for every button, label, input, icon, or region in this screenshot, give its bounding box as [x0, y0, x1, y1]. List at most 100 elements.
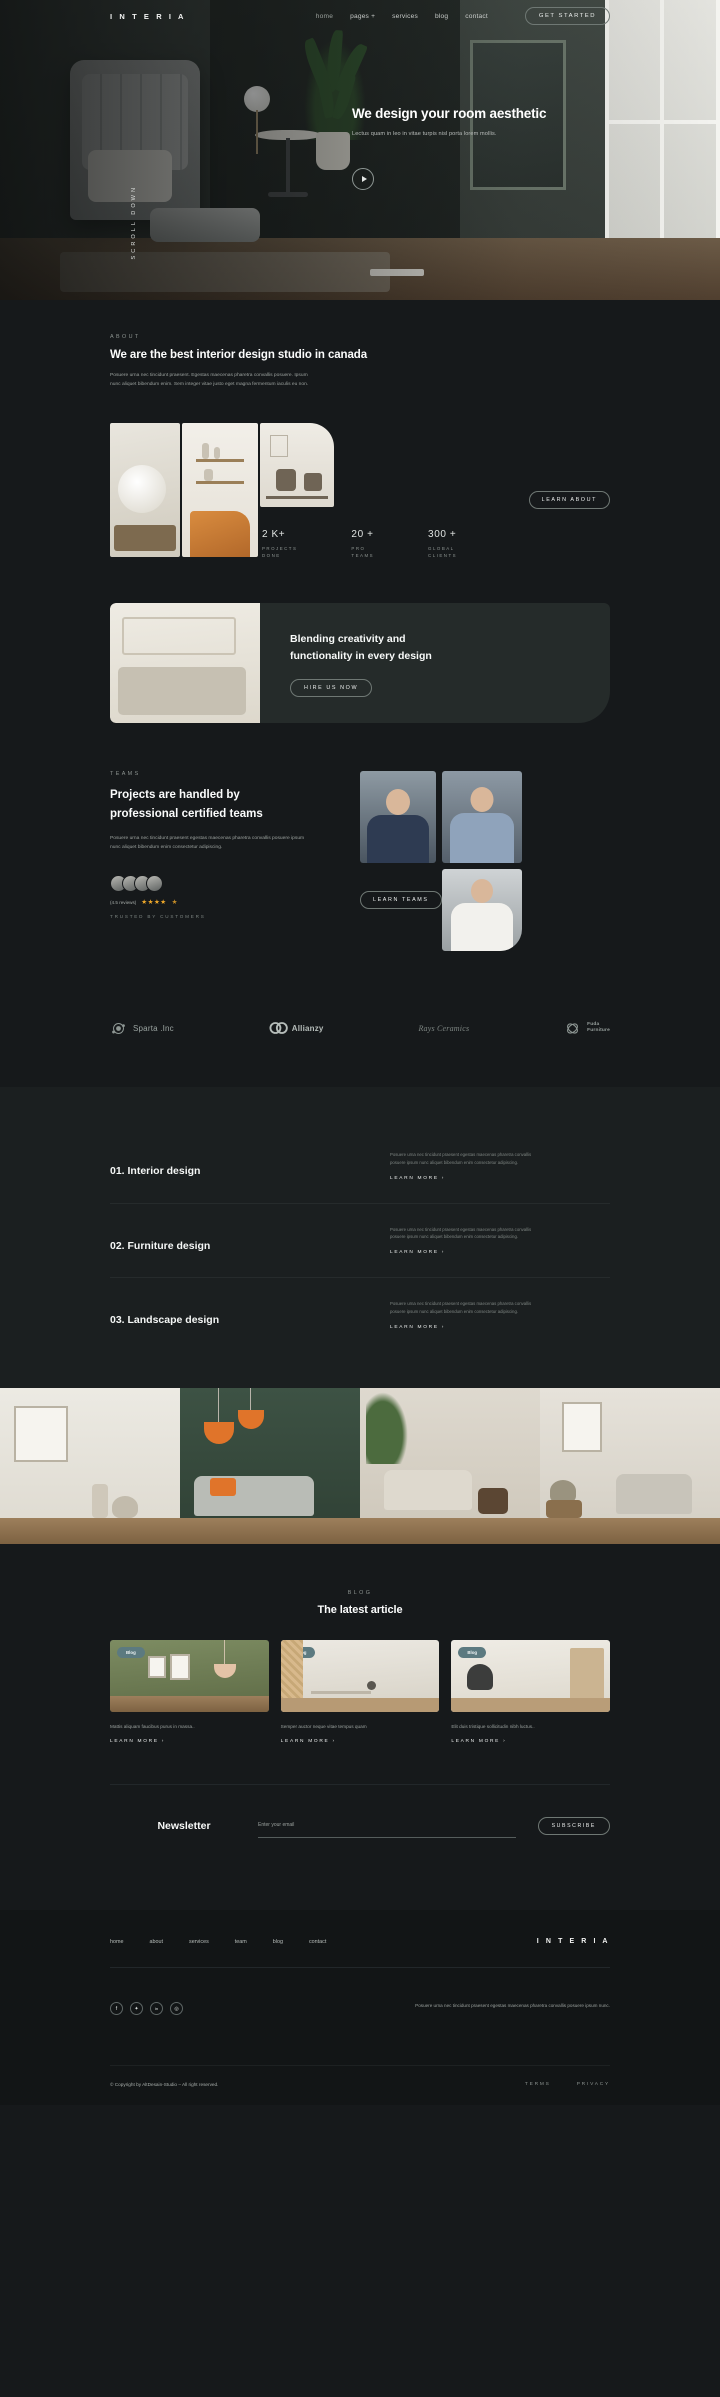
scroll-down-label: SCROLL DOWN — [131, 185, 137, 260]
stat-value: 2 K+ — [262, 529, 286, 541]
half-star-icon: ★ — [171, 899, 178, 907]
chevron-right-icon: › — [441, 1175, 446, 1181]
team-photo-2 — [442, 771, 522, 864]
portfolio-image-2 — [180, 1387, 360, 1544]
allianzy-logo-icon — [269, 1020, 288, 1037]
blog-card[interactable]: Blog Mattis aliquam faucibus purus in ma… — [110, 1639, 269, 1744]
gallery-image-2 — [182, 423, 258, 558]
service-row-landscape-design[interactable]: 03. Landscape design Posuere urna nec ti… — [110, 1277, 610, 1351]
logo-rays-ceramics[interactable]: Rays Ceramics — [418, 1024, 469, 1033]
chevron-right-icon: › — [161, 1739, 166, 1745]
nav-item-pages[interactable]: pages + — [350, 13, 375, 20]
blog-card-title: Semper auctor neque vitae tempus quam — [280, 1723, 367, 1729]
service-learn-more-link[interactable]: LEARN MORE › — [390, 1325, 538, 1330]
logo-interia[interactable]: I N T E R I A — [110, 12, 186, 21]
cta-copy: Blending creativity and functionality in… — [290, 631, 432, 698]
footer-link-services[interactable]: services — [189, 1939, 209, 1945]
facebook-icon[interactable]: f — [110, 2002, 123, 2016]
email-input[interactable] — [258, 1822, 516, 1829]
portfolio-image-4 — [540, 1387, 720, 1544]
linkedin-icon[interactable]: in — [150, 2002, 163, 2016]
service-title: 01. Interior design — [110, 1165, 201, 1178]
page-root: I N T E R I A home pages + services blog… — [0, 0, 720, 2397]
gallery-image-3 — [260, 423, 334, 508]
nav-item-blog[interactable]: blog — [435, 13, 448, 20]
blog-card-title: Elit duis tristique sollicitudin nibh lu… — [451, 1723, 535, 1729]
chevron-right-icon: › — [332, 1739, 336, 1745]
logo-label: Sparta .Inc — [133, 1023, 174, 1033]
chevron-right-icon: › — [441, 1324, 446, 1330]
footer-link-blog[interactable]: blog — [273, 1939, 283, 1945]
trusted-logos-row: Sparta .Inc Allianzy Rays Ceramics Fuda … — [110, 1005, 610, 1051]
service-row-furniture-design[interactable]: 02. Furniture design Posuere urna nec ti… — [110, 1202, 610, 1277]
footer-link-contact[interactable]: contact — [309, 1939, 326, 1945]
footer-bottom: © Copyright by AltDesain-Studio – All ri… — [110, 2065, 610, 2105]
blog-card[interactable]: Blog Semper auctor neque vitae tempus qu… — [280, 1639, 440, 1744]
fuda-furniture-logo-icon — [564, 1020, 581, 1037]
privacy-link[interactable]: PRIVACY — [577, 2082, 610, 2087]
stat-teams: 20 + PRO TEAMS — [351, 529, 374, 559]
chevron-right-icon: › — [503, 1739, 507, 1745]
get-started-button[interactable]: GET STARTED — [524, 7, 610, 25]
blog-learn-more-link[interactable]: LEARN MORE › — [110, 1739, 269, 1744]
footer-link-about[interactable]: about — [150, 1939, 164, 1945]
service-description: Posuere urna nec tincidunt praesent eges… — [390, 1152, 532, 1165]
service-learn-more-link[interactable]: LEARN MORE › — [390, 1176, 538, 1181]
logo-sparta-inc[interactable]: Sparta .Inc — [110, 1020, 174, 1037]
footer-link-team[interactable]: team — [235, 1939, 247, 1945]
social-links: f ✦ in ◎ — [110, 2002, 183, 2016]
team-photo-3 — [442, 869, 522, 952]
service-learn-more-link[interactable]: LEARN MORE › — [390, 1250, 538, 1255]
logo-label: Allianzy — [291, 1023, 324, 1033]
star-icon: ★★★★ — [141, 899, 167, 907]
footer-link-home[interactable]: home — [110, 1939, 124, 1945]
stat-clients: 300 + GLOBAL CLIENTS — [428, 529, 457, 559]
twitter-icon[interactable]: ✦ — [130, 2002, 143, 2016]
subscribe-button[interactable]: SUBSCRIBE — [537, 1816, 610, 1835]
blog-card[interactable]: Blog Elit duis tristique sollicitudin ni… — [451, 1639, 611, 1744]
instagram-icon[interactable]: ◎ — [170, 2002, 183, 2016]
copyright-text: © Copyright by AltDesain-Studio – All ri… — [110, 2082, 219, 2088]
about-eyebrow: ABOUT — [110, 334, 141, 340]
newsletter-title: Newsletter — [157, 1819, 211, 1832]
footer-middle: f ✦ in ◎ Posuere urna nec tincidunt prae… — [110, 2002, 610, 2016]
hero-title: We design your room aesthetic — [352, 106, 547, 121]
stat-value: 20 + — [351, 529, 374, 541]
hire-us-now-button[interactable]: HIRE US NOW — [290, 679, 373, 698]
cta-image — [110, 603, 260, 724]
nav-item-services[interactable]: services — [392, 13, 418, 20]
services-section: 01. Interior design Posuere urna nec tin… — [0, 1087, 720, 1388]
about-stats: 2 K+ PROJECTS DONE 20 + PRO TEAMS 300 + … — [262, 529, 457, 559]
logo-allianzy[interactable]: Allianzy — [269, 1020, 324, 1037]
blog-eyebrow: BLOG — [347, 1589, 373, 1596]
nav-links: home pages + services blog contact GET S… — [316, 7, 720, 25]
top-navigation: I N T E R I A home pages + services blog… — [0, 0, 720, 32]
footer-logo-interia[interactable]: I N T E R I A — [537, 1938, 610, 1945]
logo-fuda-furniture[interactable]: Fuda Furniture — [564, 1020, 610, 1037]
teams-paragraph: Posuere urna nec tincidunt praesent eges… — [110, 836, 305, 851]
about-paragraph: Posuere urna nec tincidunt praesent. Ege… — [110, 373, 309, 388]
blog-learn-more-link[interactable]: LEARN MORE › — [451, 1739, 610, 1744]
hero-subtitle: Lectus quam in leo in vitae turpis nisl … — [352, 131, 497, 137]
nav-item-home[interactable]: home — [316, 13, 333, 20]
learn-about-button[interactable]: LEARN ABOUT — [528, 491, 610, 510]
learn-teams-button[interactable]: LEARN TEAMS — [360, 891, 442, 910]
hero-overlay — [0, 0, 720, 300]
cta-title-line2: functionality in every design — [290, 650, 432, 663]
reviewer-avatars — [110, 875, 163, 893]
terms-link[interactable]: TERMS — [525, 2082, 551, 2087]
stat-label: GLOBAL CLIENTS — [428, 546, 458, 559]
trusted-by-customers-label: TRUSTED BY CUSTOMERS — [110, 914, 206, 920]
nav-item-contact[interactable]: contact — [465, 13, 488, 20]
hero-section: I N T E R I A home pages + services blog… — [0, 0, 720, 300]
logo-label: Fuda Furniture — [587, 1021, 610, 1034]
service-row-interior-design[interactable]: 01. Interior design Posuere urna nec tin… — [110, 1129, 610, 1202]
reviews-count: (4.5 reviews) — [110, 899, 137, 905]
blog-learn-more-link[interactable]: LEARN MORE › — [281, 1739, 440, 1744]
play-icon[interactable] — [352, 168, 374, 190]
service-title: 02. Furniture design — [110, 1239, 211, 1252]
portfolio-image-3 — [360, 1387, 540, 1544]
newsletter-field[interactable] — [258, 1813, 516, 1839]
service-title: 03. Landscape design — [110, 1314, 220, 1327]
sparta-logo-icon — [110, 1020, 127, 1037]
